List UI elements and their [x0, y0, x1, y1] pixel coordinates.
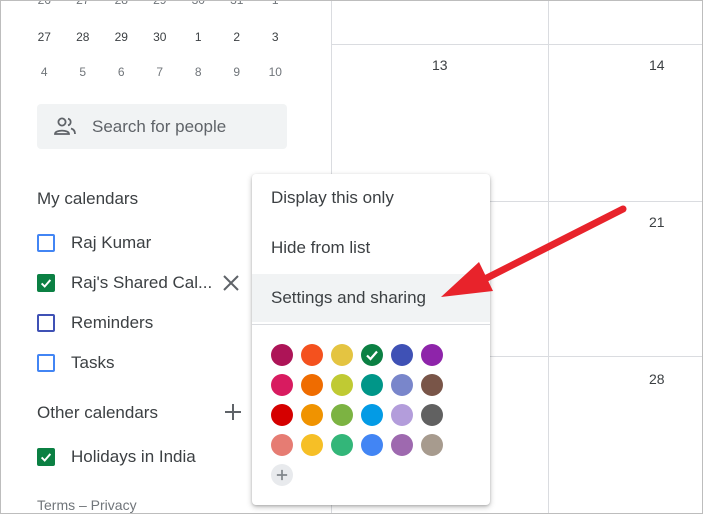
menu-divider [252, 324, 490, 325]
mini-calendar-day[interactable]: 1 [256, 1, 295, 7]
mini-calendar-day[interactable]: 30 [179, 1, 218, 7]
color-swatch[interactable] [301, 434, 323, 456]
menu-item-hide-from-list[interactable]: Hide from list [252, 224, 490, 272]
mini-calendar-day[interactable]: 10 [256, 65, 295, 79]
other-calendars-title[interactable]: Other calendars [37, 403, 158, 423]
check-icon [40, 279, 52, 288]
add-custom-color-button[interactable] [271, 464, 293, 486]
color-swatch[interactable] [331, 344, 353, 366]
day-number[interactable]: 28 [649, 371, 665, 387]
footer-links[interactable]: Terms – Privacy [37, 497, 137, 513]
mini-calendar-day[interactable]: 27 [25, 30, 64, 44]
mini-calendar-day[interactable]: 29 [141, 1, 180, 7]
mini-calendar-day[interactable]: 28 [102, 1, 141, 7]
day-number[interactable]: 21 [649, 214, 665, 230]
mini-calendar-day[interactable]: 27 [64, 1, 103, 7]
calendar-options-menu: Display this only Hide from list Setting… [252, 174, 490, 505]
calendar-item-shared[interactable]: Raj's Shared Cal... [37, 271, 212, 295]
checkbox[interactable] [37, 314, 55, 332]
add-calendar-icon[interactable] [223, 402, 243, 422]
color-swatch[interactable] [361, 344, 383, 366]
color-swatch[interactable] [331, 434, 353, 456]
color-swatch[interactable] [391, 344, 413, 366]
mini-calendar-day[interactable]: 29 [102, 30, 141, 44]
close-icon[interactable] [221, 273, 241, 293]
calendar-item-tasks[interactable]: Tasks [37, 351, 114, 375]
checkbox[interactable] [37, 234, 55, 252]
grid-line [548, 1, 549, 513]
checkbox-checked[interactable] [37, 448, 55, 466]
calendar-label: Holidays in India [71, 447, 196, 466]
mini-calendar-day[interactable]: 9 [218, 65, 257, 79]
mini-calendar-day[interactable]: 1 [179, 30, 218, 44]
check-icon [366, 350, 378, 361]
mini-calendar-day[interactable]: 30 [141, 30, 180, 44]
color-swatch[interactable] [361, 374, 383, 396]
color-swatch[interactable] [301, 374, 323, 396]
grid-line [331, 44, 702, 45]
calendar-item-raj-kumar[interactable]: Raj Kumar [37, 231, 151, 255]
menu-item-display-this-only[interactable]: Display this only [252, 174, 490, 222]
calendar-label: Tasks [71, 353, 115, 372]
mini-calendar-day[interactable]: 2 [218, 30, 257, 44]
color-swatch[interactable] [421, 374, 443, 396]
color-swatch[interactable] [361, 434, 383, 456]
color-swatch[interactable] [271, 344, 293, 366]
mini-calendar-day[interactable]: 8 [179, 65, 218, 79]
color-swatch[interactable] [391, 404, 413, 426]
plus-icon [276, 469, 288, 481]
mini-calendar-day[interactable]: 26 [25, 1, 64, 7]
people-icon [54, 117, 76, 135]
color-swatch[interactable] [301, 344, 323, 366]
calendar-item-reminders[interactable]: Reminders [37, 311, 153, 335]
color-swatch[interactable] [421, 434, 443, 456]
color-swatch[interactable] [421, 404, 443, 426]
mini-calendar-day[interactable]: 28 [64, 30, 103, 44]
mini-calendar-day[interactable]: 3 [256, 30, 295, 44]
color-swatch[interactable] [421, 344, 443, 366]
search-placeholder: Search for people [92, 117, 227, 136]
calendar-label: Raj's Shared Cal... [71, 273, 213, 292]
mini-calendar-partial-row: 26 27 28 29 30 31 1 [25, 1, 295, 7]
color-swatch[interactable] [391, 374, 413, 396]
color-swatch[interactable] [271, 434, 293, 456]
color-swatch[interactable] [331, 374, 353, 396]
mini-calendar-row: 4 5 6 7 8 9 10 [25, 65, 295, 79]
day-number[interactable]: 14 [649, 57, 665, 73]
color-swatch[interactable] [331, 404, 353, 426]
check-icon [40, 453, 52, 462]
my-calendars-title[interactable]: My calendars [37, 189, 138, 209]
calendar-label: Raj Kumar [71, 233, 152, 252]
checkbox-checked[interactable] [37, 274, 55, 292]
calendar-label: Reminders [71, 313, 154, 332]
mini-calendar-day[interactable]: 4 [25, 65, 64, 79]
calendar-item-holidays[interactable]: Holidays in India [37, 445, 196, 469]
mini-calendar-row: 27 28 29 30 1 2 3 [25, 30, 295, 44]
search-people-input[interactable]: Search for people [37, 104, 287, 149]
color-swatch[interactable] [301, 404, 323, 426]
color-swatch[interactable] [271, 374, 293, 396]
app-window: 26 27 28 29 30 31 1 27 28 29 30 1 2 3 4 … [0, 0, 703, 514]
mini-calendar-day[interactable]: 7 [141, 65, 180, 79]
mini-calendar-day[interactable]: 31 [218, 1, 257, 7]
mini-calendar-day[interactable]: 5 [64, 65, 103, 79]
day-number[interactable]: 13 [432, 57, 448, 73]
menu-item-settings-and-sharing[interactable]: Settings and sharing [252, 274, 490, 322]
color-swatch[interactable] [271, 404, 293, 426]
mini-calendar-day[interactable]: 6 [102, 65, 141, 79]
color-swatch[interactable] [361, 404, 383, 426]
color-swatch[interactable] [391, 434, 413, 456]
checkbox[interactable] [37, 354, 55, 372]
